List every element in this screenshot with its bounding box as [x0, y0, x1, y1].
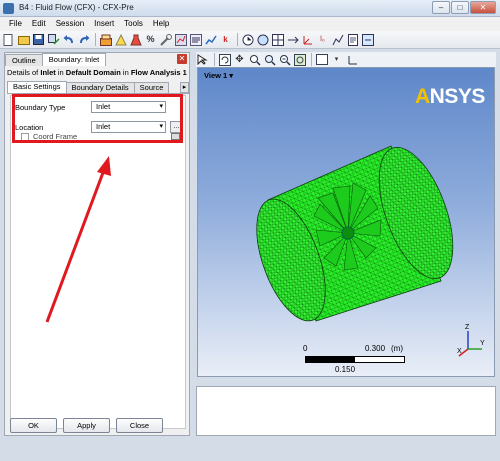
axis-label-x: X [457, 348, 462, 355]
scale-label-zero: 0 [303, 344, 308, 353]
rotate-icon[interactable] [218, 53, 231, 66]
message-area [196, 386, 496, 436]
scale-label-mid: 0.150 [335, 365, 356, 374]
scale-bar-graphic [305, 356, 405, 363]
fit-view-icon[interactable] [293, 53, 306, 66]
zoom-box-icon[interactable] [263, 53, 276, 66]
toolbar-separator [311, 53, 312, 66]
viewport-layout-icon[interactable] [315, 53, 328, 66]
ok-button[interactable]: OK [10, 418, 57, 433]
scale-bar: 0 0.300 (m) 0.150 [303, 344, 405, 374]
scale-label-max: 0.300 [365, 344, 386, 353]
apply-button[interactable]: Apply [63, 418, 110, 433]
3d-viewer[interactable]: View 1 ▾ ANSYS 0 0.300 (m) 0.150 Z Y X [197, 67, 495, 377]
zoom-icon[interactable] [248, 53, 261, 66]
select-cursor-icon[interactable] [196, 53, 209, 66]
zoom-fit-icon[interactable] [278, 53, 291, 66]
axis-triad-icon[interactable] [345, 53, 358, 66]
chevron-down-icon[interactable]: ▾ [330, 53, 343, 66]
axis-label-z: Z [465, 324, 470, 331]
toolbar-separator [214, 53, 215, 66]
scale-label-unit: (m) [391, 344, 403, 353]
close-button[interactable]: Close [116, 418, 163, 433]
pan-icon[interactable]: ✥ [233, 53, 246, 66]
viewer-toolbar: ✥ ▾ [196, 52, 496, 67]
axis-triad: Z Y X [457, 324, 485, 357]
cylinder-mesh [256, 145, 454, 322]
axis-label-y: Y [480, 340, 485, 347]
